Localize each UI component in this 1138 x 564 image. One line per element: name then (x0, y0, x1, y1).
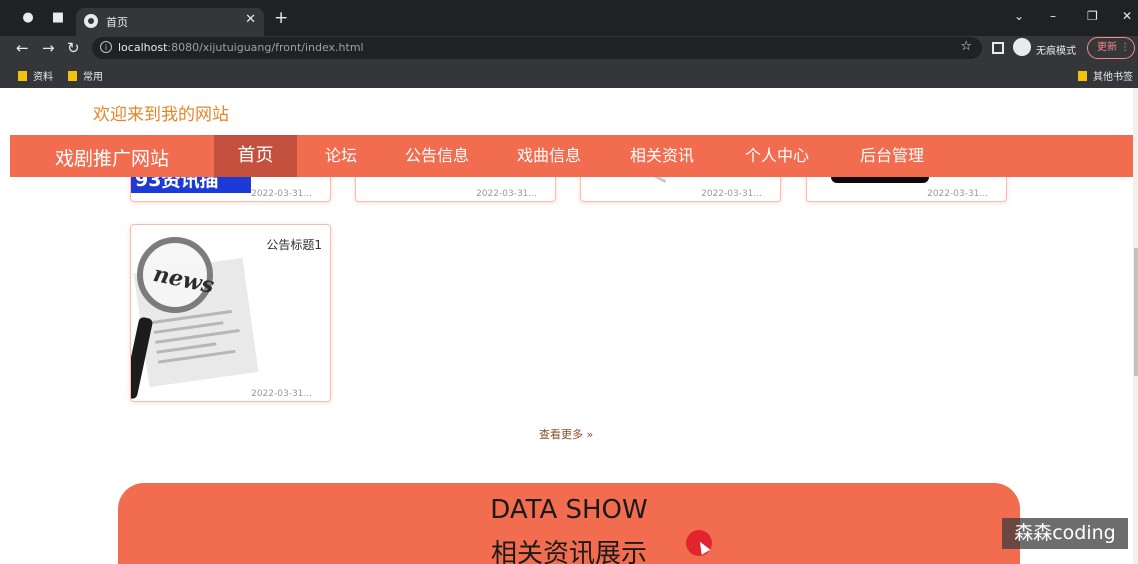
double-chevron-icon: » (586, 428, 594, 441)
tab-list-icon[interactable]: ⌄ (1014, 9, 1024, 23)
card-date: 2022-03-31... (927, 189, 988, 199)
nav-personal-center[interactable]: 个人中心 (745, 135, 809, 177)
back-icon[interactable]: ← (16, 39, 29, 57)
card-date: 2022-03-31... (476, 189, 537, 199)
scrollbar-thumb[interactable] (1134, 248, 1138, 376)
browser-chrome: ● ■ 首页 ✕ + ⌄ – ❐ ✕ ← → ↻ i localhost:808… (0, 0, 1138, 88)
site-brand[interactable]: 戏剧推广网站 (55, 144, 169, 171)
restore-icon[interactable]: ❐ (1087, 9, 1098, 23)
forward-icon[interactable]: → (42, 39, 55, 57)
section-title-cn: 相关资讯展示 (490, 539, 647, 564)
nav-opera-info[interactable]: 戏曲信息 (517, 135, 581, 177)
folder-icon (1078, 71, 1087, 81)
bookmark-folder[interactable]: 常用 (68, 68, 103, 83)
bookmark-star-icon[interactable]: ☆ (960, 39, 972, 54)
watermark: 森森coding (1002, 518, 1128, 549)
nav-forum[interactable]: 论坛 (325, 135, 357, 177)
tab-title: 首页 (106, 16, 128, 29)
page-content: 欢迎来到我的网站 93资讯插 2022-03-31... 2022-03-31.… (0, 88, 1138, 564)
favicon-icon (84, 14, 98, 28)
nav-admin[interactable]: 后台管理 (860, 135, 924, 177)
close-tab-icon[interactable]: ✕ (245, 12, 256, 27)
other-bookmarks[interactable]: 其他书签 (1078, 68, 1133, 83)
incognito-icon (1013, 38, 1031, 56)
tab-strip: ● ■ 首页 ✕ + ⌄ – ❐ ✕ (0, 0, 1138, 36)
new-tab-icon[interactable]: + (274, 8, 288, 28)
card-title: 公告标题1 (266, 238, 322, 252)
nav-news[interactable]: 相关资讯 (630, 135, 694, 177)
card-date: 2022-03-31... (251, 189, 312, 199)
welcome-text: 欢迎来到我的网站 (93, 105, 229, 125)
nav-announcements[interactable]: 公告信息 (405, 135, 469, 177)
magnifier-icon: news (137, 237, 217, 313)
reload-icon[interactable]: ↻ (67, 39, 80, 57)
browser-tab[interactable]: 首页 ✕ (76, 8, 264, 36)
announcement-card[interactable]: news 公告标题1 2022-03-31... (130, 224, 331, 402)
address-bar[interactable]: i localhost:8080/xijutuiguang/front/inde… (92, 37, 982, 59)
bookmark-folder[interactable]: 资料 (18, 68, 53, 83)
chrome-menu-icon[interactable]: ● (20, 10, 36, 26)
incognito-label: 无痕模式 (1036, 46, 1076, 57)
card-date: 2022-03-31... (701, 189, 762, 199)
close-window-icon[interactable]: ✕ (1122, 9, 1132, 23)
folder-icon (68, 71, 77, 81)
news-word: news (150, 260, 217, 300)
tab-search-icon[interactable]: ■ (50, 10, 66, 26)
folder-icon (18, 71, 27, 81)
side-panel-icon[interactable] (992, 42, 1004, 54)
data-show-section: DATA SHOW 相关资讯展示 (118, 483, 1020, 564)
url-text[interactable]: localhost:8080/xijutuiguang/front/index.… (118, 41, 364, 54)
site-info-icon[interactable]: i (100, 41, 112, 53)
main-nav: 戏剧推广网站 首页 论坛 公告信息 戏曲信息 相关资讯 个人中心 后台管理 (10, 135, 1133, 177)
browser-toolbar: ← → ↻ i localhost:8080/xijutuiguang/fron… (0, 36, 1138, 62)
bookmarks-bar: 资料 常用 其他书签 (0, 62, 1138, 88)
section-title-en: DATA SHOW (490, 495, 648, 525)
minimize-icon[interactable]: – (1050, 9, 1056, 23)
update-button[interactable]: 更新 ⋮ (1087, 37, 1135, 59)
view-more-link[interactable]: 查看更多 » (539, 426, 593, 442)
card-date: 2022-03-31... (251, 389, 312, 399)
nav-home[interactable]: 首页 (214, 135, 297, 177)
